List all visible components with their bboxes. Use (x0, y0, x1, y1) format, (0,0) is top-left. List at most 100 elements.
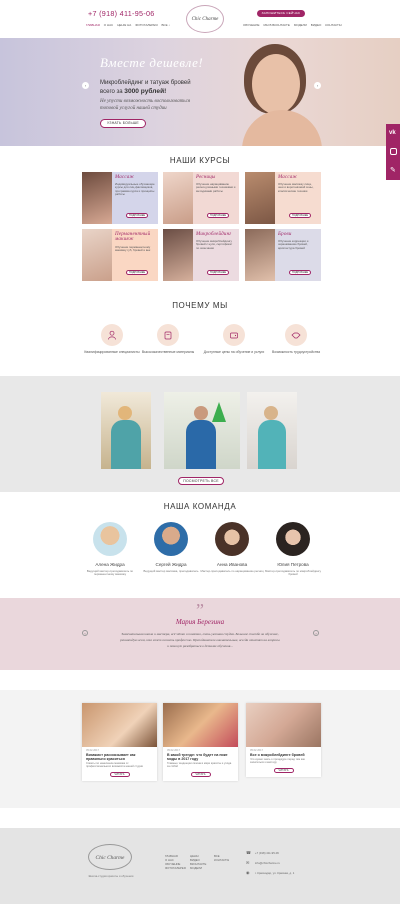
instagram-icon[interactable] (390, 148, 397, 155)
footer-link[interactable]: ФОТОГАЛЕРЕЯ (165, 866, 186, 870)
hero-line-2-prefix: всего за (100, 89, 123, 95)
nav-item-gallery[interactable]: ФОТОГАЛЕРЕЯ (135, 23, 157, 27)
team-member: Алена Жидра Ведущий мастер-преподаватель… (78, 522, 142, 577)
course-photo (82, 172, 112, 224)
course-more-button[interactable]: ПОДРОБНЕЕ (207, 270, 229, 275)
materials-icon (157, 324, 179, 346)
footer-logo-text: Chic Charme (95, 855, 125, 861)
footer-address: г. Краснодар, ул. Красная, д. 1 (255, 871, 295, 875)
course-name: Перманентный макияж (115, 232, 151, 242)
vk-icon[interactable]: vk (389, 130, 396, 136)
gallery-section: ПОСМОТРЕТЬ ВСЕ (0, 376, 400, 492)
courses-heading: НАШИ КУРСЫ (169, 156, 231, 165)
member-desc: Ведущий мастер массажа, преподаватель (143, 569, 199, 573)
callback-button[interactable]: ЗАПИШИТЕСЬ СЕЙЧАС (257, 10, 305, 17)
course-photo (82, 229, 112, 281)
footer-logo[interactable]: Chic Charme (88, 844, 132, 870)
review-text-2: рекомендую всем, кто хочет освоить профе… (120, 638, 280, 642)
article-read-button[interactable]: ЧИТАТЬ (190, 771, 211, 777)
article-title[interactable]: В какой тренде: что будет на пике моды в… (163, 752, 238, 761)
hero-prev-arrow[interactable]: ‹ (82, 82, 89, 89)
review-section: ” Мария Березина Замечательная школа и м… (0, 598, 400, 670)
hero-dots[interactable] (100, 137, 115, 146)
course-tile[interactable]: Массаж Индивидуальные обучающие курсы дл… (82, 172, 158, 224)
nav-item-contacts[interactable]: КОНТАКТЫ (325, 23, 341, 27)
article-excerpt: Что нужно знать о процедуре перед тем ка… (250, 758, 305, 765)
social-bar: vk ✎ (386, 124, 400, 180)
view-all-button[interactable]: ПОСМОТРЕТЬ ВСЕ (178, 477, 224, 485)
article-title[interactable]: Визажист рассказывает как правильно крас… (82, 752, 157, 761)
course-more-button[interactable]: ПОДРОБНЕЕ (207, 213, 229, 218)
course-more-button[interactable]: ПОДРОБНЕЕ (289, 213, 311, 218)
hero-next-arrow[interactable]: › (314, 82, 321, 89)
feature: Возможность трудоустройства (256, 324, 336, 354)
pin-icon: ◉ (246, 870, 250, 875)
edit-icon[interactable]: ✎ (390, 166, 396, 174)
gallery-photo[interactable] (101, 392, 151, 469)
wallet-icon (223, 324, 245, 346)
hero-more-button[interactable]: УЗНАТЬ БОЛЬШЕ (100, 119, 146, 128)
course-photo (245, 172, 275, 224)
article-card[interactable]: 05.02.2017 Все о микроблейдинге бровей Ч… (246, 703, 321, 777)
course-photo (163, 172, 193, 224)
footer-link[interactable]: КОНТАКТЫ (214, 858, 229, 862)
footer: Chic Charme Школа-студия красоты и обуче… (0, 828, 400, 904)
nav-item-courses[interactable]: ОБУЧЕНИЕ (243, 23, 259, 27)
handshake-icon (285, 324, 307, 346)
nav-item-prices[interactable]: ЦЕНЫ НА (117, 23, 131, 27)
hero-model-image (232, 44, 328, 146)
gallery-photo[interactable] (164, 392, 240, 469)
course-desc: Обучение наращиванию ресниц разными техн… (196, 182, 236, 193)
article-card[interactable]: 05.02.2017 Визажист рассказывает как пра… (82, 703, 157, 781)
review-text-1: Замечательная школа и мастера, всё чётко… (121, 632, 279, 636)
article-excerpt: Главные тенденции сезона в мире красоты … (167, 762, 232, 769)
course-desc: Индивидуальные обучающие курсы для лиц-ф… (115, 182, 155, 197)
team-member: Анна Иванова Мастер-преподаватель по нар… (200, 522, 264, 573)
gallery-photo[interactable] (247, 392, 297, 469)
why-heading: ПОЧЕМУ МЫ (172, 301, 228, 310)
avatar (276, 522, 310, 556)
course-more-button[interactable]: ПОДРОБНЕЕ (126, 270, 148, 275)
course-more-button[interactable]: ПОДРОБНЕЕ (126, 213, 148, 218)
nav-item-vk[interactable]: МЫ В ВКОНТАКТЕ (263, 23, 289, 27)
header-phone[interactable]: +7 (918) 411-95-06 (88, 9, 155, 18)
course-tile[interactable]: Брови Обучение коррекции и окрашиванию б… (245, 229, 321, 281)
hero-line-2: всего за 3000 рублей! (100, 88, 166, 95)
footer-email[interactable]: info@chiccharme.ru (255, 861, 280, 865)
nav-item-models[interactable]: МОДЕЛИ (294, 23, 307, 27)
nav-item-all[interactable]: ВСЕ ↓ (162, 23, 170, 27)
member-desc: Ведущий мастер-преподаватель по перманен… (86, 569, 134, 577)
team-member: Юлия Петрова Мастер-преподаватель по мик… (261, 522, 325, 577)
member-name: Юлия Петрова (277, 562, 309, 567)
article-image (246, 703, 321, 747)
review-author: Мария Березина (175, 618, 225, 626)
footer-phone[interactable]: +7 (918) 411-95-06 (255, 851, 279, 855)
nav-item-video[interactable]: ВИДЕО (311, 23, 322, 27)
article-read-button[interactable]: ЧИТАТЬ (109, 771, 130, 777)
course-photo (163, 229, 193, 281)
article-card[interactable]: 05.02.2017 В какой тренде: что будет на … (163, 703, 238, 781)
avatar (215, 522, 249, 556)
course-tile[interactable]: Массаж Обучение массажу лица, шеи и воро… (245, 172, 321, 224)
nav-item-about[interactable]: О НАС (104, 23, 113, 27)
review-text-3: и помогут разобраться в деталях обучения… (167, 644, 233, 648)
course-tile[interactable]: Перманентный макияж Обучение перманентно… (82, 229, 158, 281)
member-name: Алена Жидра (95, 562, 125, 567)
review-next-arrow[interactable]: › (313, 630, 319, 636)
course-more-button[interactable]: ПОДРОБНЕЕ (289, 270, 311, 275)
member-name: Сергей Жидра (155, 562, 187, 567)
course-name: Микроблейдинг (196, 232, 232, 237)
nav-item-home[interactable]: ГЛАВНАЯ (86, 23, 100, 27)
footer-link[interactable]: МОДЕЛИ (190, 866, 206, 870)
course-tile[interactable]: Микроблейдинг Обучение микроблейдингу бр… (163, 229, 239, 281)
article-read-button[interactable]: ЧИТАТЬ (273, 767, 294, 773)
hero-italic-2: топовой услугой нашей студии (100, 106, 167, 111)
course-desc: Обучение массажу лица, шеи и воротниково… (278, 182, 314, 193)
hero-slider: Вместе дешевле! Микроблейдинг и татуаж б… (0, 38, 400, 146)
course-desc: Обучение перманентному макияжу губ, бров… (115, 245, 151, 253)
header-logo[interactable]: Chic Charme (186, 5, 224, 33)
review-prev-arrow[interactable]: ‹ (82, 630, 88, 636)
nav-left: ГЛАВНАЯ О НАС ЦЕНЫ НА ФОТОГАЛЕРЕЯ ВСЕ ↓ (86, 23, 174, 27)
course-tile[interactable]: Ресницы Обучение наращиванию ресниц разн… (163, 172, 239, 224)
mail-icon: ✉ (246, 860, 250, 865)
